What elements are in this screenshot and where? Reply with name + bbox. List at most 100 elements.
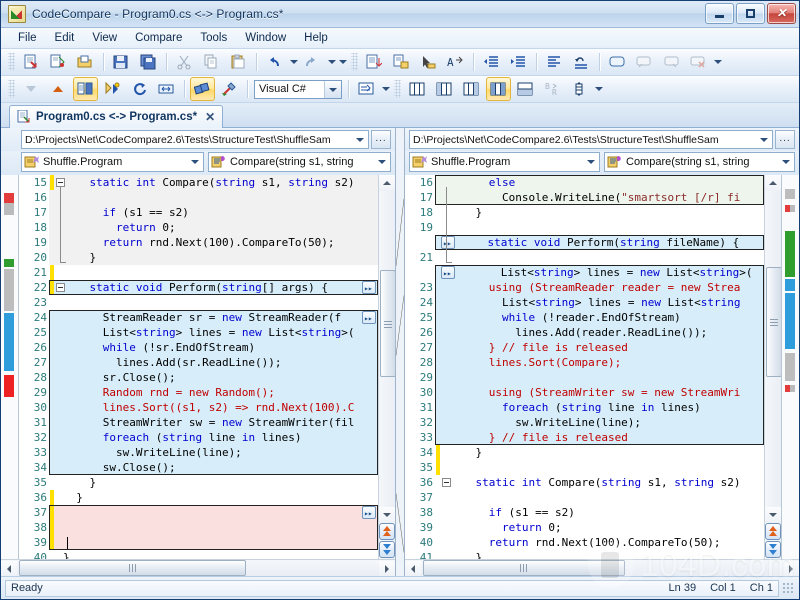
synchronize-scroll-icon[interactable] <box>73 77 98 101</box>
menu-window[interactable]: Window <box>236 30 295 46</box>
code-line[interactable]: 21 <box>19 265 378 280</box>
left-member-select[interactable]: Compare(string s1, string <box>208 152 391 172</box>
menu-file[interactable]: File <box>9 30 46 46</box>
right-type-select[interactable]: Shuffle.Program <box>409 152 600 172</box>
comment-prev-icon[interactable] <box>632 50 657 74</box>
right-change-overview-bar[interactable] <box>781 175 799 559</box>
comment-delete-icon[interactable] <box>686 50 711 74</box>
right-scroll-thumb[interactable] <box>766 267 782 377</box>
undo-dropdown-icon[interactable] <box>288 51 299 73</box>
code-line[interactable]: 41 } <box>405 550 764 559</box>
prev-difference-icon[interactable] <box>46 77 71 101</box>
scroll-up-icon[interactable] <box>379 175 395 191</box>
code-line[interactable]: 32 foreach (string line in lines) <box>19 430 378 445</box>
expand-block-button[interactable] <box>441 266 455 281</box>
resize-grip[interactable] <box>782 581 795 595</box>
code-line[interactable]: 31 StreamWriter sw = new StreamWriter(fi… <box>19 415 378 430</box>
prev-change-button[interactable] <box>379 523 395 540</box>
prev-change-button[interactable] <box>765 523 781 540</box>
code-line[interactable]: 19 return rnd.Next(100).CompareTo(50); <box>19 235 378 250</box>
code-line[interactable]: 30 lines.Sort((s1, s2) => rnd.Next(100).… <box>19 400 378 415</box>
code-line[interactable]: 29 <box>405 370 764 385</box>
redo-dropdown-icon[interactable] <box>326 51 337 73</box>
code-line[interactable]: 30 using (StreamWriter sw = new StreamWr… <box>405 385 764 400</box>
right-code-editor[interactable]: 16 else 17 Console.WriteLine("smartsort [… <box>405 175 764 559</box>
code-line[interactable]: static void Perform(string fileName) { <box>405 235 764 251</box>
code-line[interactable]: 15 static int Compare(string s1, string … <box>19 175 378 190</box>
minimize-button[interactable] <box>705 3 734 24</box>
chevron-down-icon[interactable] <box>583 153 599 171</box>
left-horizontal-scrollbar[interactable] <box>1 559 395 576</box>
outdent-icon[interactable] <box>479 50 504 74</box>
code-line[interactable]: 34 sw.Close(); <box>19 460 378 475</box>
right-path-input[interactable]: D:\Projects\Net\CodeCompare2.6\Tests\Str… <box>409 130 773 149</box>
code-line[interactable]: 40} <box>19 550 378 559</box>
left-scroll-thumb[interactable] <box>380 270 395 377</box>
redo-icon[interactable] <box>300 50 325 74</box>
chevron-down-icon[interactable] <box>778 153 794 171</box>
code-line[interactable]: 35 <box>405 460 764 475</box>
scroll-down-icon[interactable] <box>765 507 781 523</box>
left-change-overview-bar[interactable] <box>1 175 19 559</box>
right-hscroll-thumb[interactable] <box>423 560 625 576</box>
left-type-select[interactable]: Shuffle.Program <box>21 152 204 172</box>
scroll-right-icon[interactable] <box>379 560 395 576</box>
highlight-differences-icon[interactable] <box>190 77 215 101</box>
toolbar-grip[interactable] <box>8 53 15 71</box>
merge-tool-icon[interactable] <box>217 77 242 101</box>
code-line[interactable]: 31 foreach (string line in lines) <box>405 400 764 415</box>
view-right-only-icon[interactable] <box>459 77 484 101</box>
replace-block-icon[interactable] <box>389 50 414 74</box>
code-line[interactable]: 25 List<string> lines = new List<string>… <box>19 325 378 340</box>
next-change-button[interactable] <box>765 541 781 558</box>
code-line[interactable]: 37 <box>19 505 378 521</box>
menu-view[interactable]: View <box>83 30 126 46</box>
view-side-by-side-icon[interactable] <box>486 77 511 101</box>
view-horizontal-icon[interactable] <box>513 77 538 101</box>
code-line[interactable]: 33 sw.WriteLine(line); <box>19 445 378 460</box>
expand-block-button[interactable] <box>441 236 455 251</box>
code-line[interactable]: 21 <box>405 250 764 265</box>
expand-block-button[interactable] <box>362 506 376 521</box>
align-left-icon[interactable] <box>542 50 567 74</box>
chevron-down-icon[interactable] <box>187 153 203 171</box>
menu-help[interactable]: Help <box>295 30 337 46</box>
copy-icon[interactable] <box>199 50 224 74</box>
chevron-down-icon[interactable] <box>374 153 390 171</box>
restore-line-icon[interactable] <box>569 50 594 74</box>
whitespace-icon[interactable] <box>354 77 379 101</box>
indent-icon[interactable] <box>506 50 531 74</box>
tab-program0-compare[interactable]: Program0.cs <-> Program.cs* ✕ <box>9 105 224 128</box>
refresh-structure-icon[interactable] <box>100 77 125 101</box>
code-line[interactable]: 27 lines.Add(sr.ReadLine()); <box>19 355 378 370</box>
code-line[interactable]: 37 <box>405 490 764 505</box>
code-line[interactable]: 36 } <box>19 490 378 505</box>
code-line[interactable]: 28 lines.Sort(Compare); <box>405 355 764 370</box>
view-inline-icon[interactable]: BR <box>540 77 565 101</box>
scroll-right-icon[interactable] <box>783 560 799 576</box>
menu-edit[interactable]: Edit <box>46 30 84 46</box>
code-line[interactable]: 28 sr.Close(); <box>19 370 378 385</box>
code-line[interactable]: 33 } // file is released <box>405 430 764 445</box>
scroll-up-icon[interactable] <box>765 175 781 191</box>
code-line[interactable]: 40 return rnd.Next(100).CompareTo(50); <box>405 535 764 550</box>
code-line[interactable]: 26 while (!sr.EndOfStream) <box>19 340 378 355</box>
left-path-input[interactable]: D:\Projects\Net\CodeCompare2.6\Tests\Str… <box>21 130 369 149</box>
tab-close-icon[interactable]: ✕ <box>205 110 215 124</box>
code-line[interactable]: 27 } // file is released <box>405 340 764 355</box>
undo-icon[interactable] <box>262 50 287 74</box>
scroll-left-icon[interactable] <box>405 560 421 576</box>
code-line[interactable]: 18 return 0; <box>19 220 378 235</box>
code-line[interactable]: 22 static void Perform(string[] args) { <box>19 280 378 296</box>
insert-block-icon[interactable] <box>362 50 387 74</box>
code-line[interactable]: List<string> lines = new List<string>( <box>405 265 764 281</box>
code-line[interactable]: 35 } <box>19 475 378 490</box>
code-line[interactable]: 39 <box>19 535 378 550</box>
save-all-icon[interactable] <box>136 50 161 74</box>
right-horizontal-scrollbar[interactable] <box>405 559 799 576</box>
recompare-icon[interactable] <box>127 77 152 101</box>
toolbar-grip-3[interactable] <box>8 80 15 98</box>
chevron-down-icon[interactable] <box>324 80 341 98</box>
new-comparison-icon[interactable] <box>19 50 44 74</box>
code-line[interactable]: 20 } <box>19 250 378 265</box>
